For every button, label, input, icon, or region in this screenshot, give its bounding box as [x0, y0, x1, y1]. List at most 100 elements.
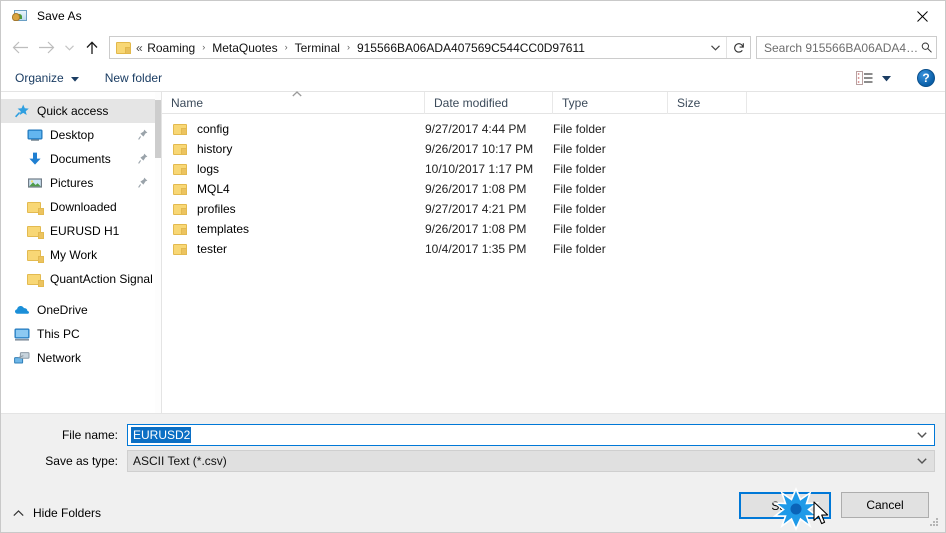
- dialog-footer: File name: EURUSD2 Save as type: ASCII T…: [1, 413, 945, 532]
- up-button[interactable]: [79, 35, 105, 61]
- save-button[interactable]: Save: [739, 492, 831, 519]
- breadcrumb-item-terminal[interactable]: Terminal: [292, 41, 343, 55]
- footer-actions: Hide Folders Save Cancel: [1, 476, 945, 532]
- cancel-button[interactable]: Cancel: [841, 492, 929, 518]
- sidebar-item-downloaded[interactable]: Downloaded: [1, 195, 161, 219]
- save-button-label: Save: [771, 498, 799, 513]
- sidebar-scrollbar[interactable]: [155, 92, 161, 413]
- file-type: File folder: [553, 142, 606, 156]
- hide-folders-button[interactable]: Hide Folders: [1, 506, 101, 520]
- chevron-down-icon[interactable]: [704, 37, 726, 58]
- folder-icon: [27, 199, 43, 215]
- table-row[interactable]: MQL4 9/26/2017 1:08 PM File folder: [162, 179, 945, 199]
- file-name-input[interactable]: EURUSD2: [127, 424, 935, 446]
- breadcrumb: « Roaming › MetaQuotes › Terminal › 9155…: [135, 41, 704, 55]
- column-header-blank: [747, 92, 945, 114]
- pin-icon[interactable]: [138, 177, 148, 188]
- sidebar-item-eurusd-h1[interactable]: EURUSD H1: [1, 219, 161, 243]
- sidebar-item-desktop[interactable]: Desktop: [1, 123, 161, 147]
- file-list-header: Name Date modified Type Size: [162, 91, 945, 114]
- navigation-bar: « Roaming › MetaQuotes › Terminal › 9155…: [1, 31, 945, 64]
- recent-locations-button[interactable]: [59, 35, 79, 61]
- help-button[interactable]: ?: [917, 68, 935, 87]
- sidebar-item-quick-access[interactable]: Quick access: [1, 99, 161, 123]
- organize-button[interactable]: Organize: [15, 71, 79, 85]
- resize-grip[interactable]: [928, 516, 940, 528]
- sidebar-item-documents[interactable]: Documents: [1, 147, 161, 171]
- sidebar-item-quantaction-signal[interactable]: QuantAction Signal: [1, 267, 161, 291]
- file-name: history: [197, 142, 233, 156]
- file-date-modified: 10/4/2017 1:35 PM: [425, 242, 527, 256]
- folder-icon: [172, 121, 188, 137]
- sidebar-item-this-pc[interactable]: This PC: [1, 322, 161, 346]
- search-box[interactable]: Search 915566BA06ADA40756...: [756, 36, 937, 59]
- save-as-type-control: ASCII Text (*.csv): [127, 450, 935, 472]
- file-name-control: EURUSD2: [127, 424, 935, 446]
- hide-folders-label: Hide Folders: [33, 506, 102, 520]
- sidebar-scrollbar-thumb[interactable]: [155, 100, 161, 158]
- breadcrumb-item-guid[interactable]: 915566BA06ADA407569C544CC0D97611: [354, 41, 588, 55]
- file-name-dropdown-chevron-down-icon[interactable]: [908, 424, 935, 446]
- dialog-body: Quick access Desktop Documents Pictures …: [1, 91, 945, 413]
- file-name: templates: [197, 222, 250, 236]
- address-bar[interactable]: « Roaming › MetaQuotes › Terminal › 9155…: [109, 36, 751, 59]
- sidebar-item-label: Downloaded: [50, 200, 117, 214]
- save-as-type-chevron-down-icon[interactable]: [908, 450, 935, 472]
- file-list-pane: Name Date modified Type Size config 9/27…: [162, 91, 945, 413]
- dialog-buttons: Save Cancel: [739, 492, 945, 519]
- search-icon: [921, 42, 932, 53]
- file-type: File folder: [553, 242, 606, 256]
- sidebar-item-pictures[interactable]: Pictures: [1, 171, 161, 195]
- folder-icon: [116, 41, 131, 54]
- file-name-label: File name:: [61, 428, 118, 442]
- breadcrumb-item-roaming[interactable]: Roaming: [144, 41, 198, 55]
- column-header-type[interactable]: Type: [553, 91, 668, 114]
- sidebar-item-onedrive[interactable]: OneDrive: [1, 298, 161, 322]
- search-input[interactable]: Search 915566BA06ADA40756...: [764, 41, 921, 55]
- table-row[interactable]: profiles 9/27/2017 4:21 PM File folder: [162, 199, 945, 219]
- column-header-size[interactable]: Size: [668, 91, 747, 114]
- close-icon[interactable]: [899, 1, 945, 31]
- new-folder-button[interactable]: New folder: [105, 71, 162, 85]
- table-row[interactable]: logs 10/10/2017 1:17 PM File folder: [162, 159, 945, 179]
- table-row[interactable]: templates 9/26/2017 1:08 PM File folder: [162, 219, 945, 239]
- chevron-up-icon: [13, 506, 24, 520]
- sidebar-item-my-work[interactable]: My Work: [1, 243, 161, 267]
- folder-icon: [27, 223, 43, 239]
- save-as-type-value: ASCII Text (*.csv): [133, 454, 227, 468]
- file-type: File folder: [553, 222, 606, 236]
- network-icon: [14, 350, 30, 366]
- forward-button[interactable]: [33, 35, 59, 61]
- pin-icon[interactable]: [138, 153, 148, 164]
- sidebar-item-label: OneDrive: [37, 303, 88, 317]
- column-header-date-modified[interactable]: Date modified: [425, 91, 553, 114]
- command-bar: Organize New folder ?: [1, 64, 945, 92]
- pin-icon[interactable]: [138, 129, 148, 140]
- table-row[interactable]: config 9/27/2017 4:44 PM File folder: [162, 119, 945, 139]
- save-as-type-row: Save as type: ASCII Text (*.csv): [1, 450, 945, 472]
- folder-icon: [172, 141, 188, 157]
- image-user-icon: [12, 8, 28, 24]
- save-as-type-select[interactable]: ASCII Text (*.csv): [127, 450, 935, 472]
- back-button[interactable]: [7, 35, 33, 61]
- table-row[interactable]: history 9/26/2017 10:17 PM File folder: [162, 139, 945, 159]
- file-date-modified: 9/26/2017 1:08 PM: [425, 182, 527, 196]
- file-name: config: [197, 122, 230, 136]
- refresh-icon[interactable]: [726, 37, 750, 58]
- breadcrumb-item-metaquotes[interactable]: MetaQuotes: [209, 41, 280, 55]
- breadcrumb-overflow[interactable]: «: [135, 41, 144, 55]
- command-bar-right: ?: [856, 68, 935, 87]
- table-row[interactable]: tester 10/4/2017 1:35 PM File folder: [162, 239, 945, 259]
- folder-icon: [27, 247, 43, 263]
- pictures-icon: [27, 175, 43, 191]
- sidebar-item-label: Network: [37, 351, 82, 365]
- file-type: File folder: [553, 202, 606, 216]
- onedrive-icon: [14, 302, 30, 318]
- sidebar-item-label: QuantAction Signal: [50, 272, 153, 286]
- sidebar-item-label: My Work: [50, 248, 98, 262]
- view-mode-button[interactable]: [856, 70, 891, 85]
- file-name: tester: [197, 242, 228, 256]
- file-list-rows: config 9/27/2017 4:44 PM File folder his…: [162, 114, 945, 413]
- sidebar-item-network[interactable]: Network: [1, 346, 161, 370]
